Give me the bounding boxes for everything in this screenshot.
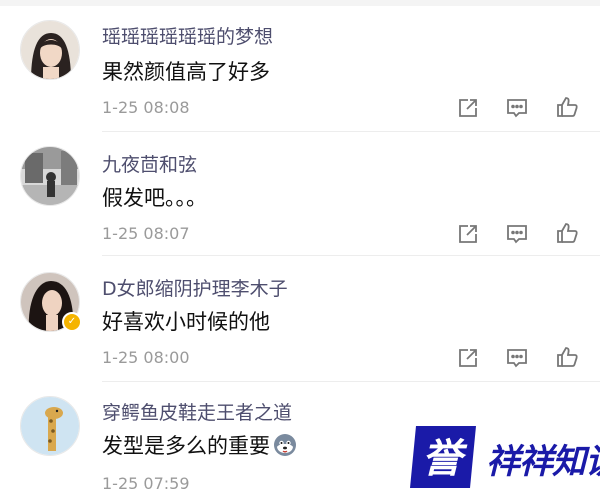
comment-time: 1-25 08:08 xyxy=(102,98,190,117)
watermark-text: 祥祥知识 xyxy=(486,442,600,482)
comment-item: ✓ D女郎缩阴护理李木子 好喜欢小时候的他 1-25 08:00 xyxy=(0,256,600,382)
comment-text: 发型是多么的重要 xyxy=(102,430,297,460)
share-icon[interactable] xyxy=(455,221,481,247)
comment-text: 果然颜值高了好多 xyxy=(102,60,270,84)
comment-username[interactable]: 穿鳄鱼皮鞋走王者之道 xyxy=(102,398,292,425)
avatar[interactable] xyxy=(20,146,80,206)
watermark-badge-text: 誉 xyxy=(422,436,468,482)
watermark: 誉 祥祥知识 xyxy=(402,420,600,494)
comment-username[interactable]: D女郎缩阴护理李木子 xyxy=(102,274,288,301)
like-icon[interactable] xyxy=(554,220,580,246)
comment-icon[interactable] xyxy=(504,95,530,121)
comment-text: 假发吧。。。 xyxy=(102,186,207,210)
comment-text: 好喜欢小时候的他 xyxy=(102,310,270,334)
like-icon[interactable] xyxy=(554,94,580,120)
husky-emoji-icon xyxy=(274,434,296,456)
comment-time: 1-25 07:59 xyxy=(102,474,190,493)
comment-username[interactable]: 九夜茴和弦 xyxy=(102,150,197,177)
verified-badge-icon: ✓ xyxy=(62,312,82,332)
avatar[interactable] xyxy=(20,20,80,80)
comment-item: 瑶瑶瑶瑶瑶瑶的梦想 果然颜值高了好多 1-25 08:08 xyxy=(0,0,600,132)
comment-icon[interactable] xyxy=(504,345,530,371)
comment-item: 九夜茴和弦 假发吧。。。 1-25 08:07 xyxy=(0,132,600,256)
comment-icon[interactable] xyxy=(504,221,530,247)
comment-username[interactable]: 瑶瑶瑶瑶瑶瑶的梦想 xyxy=(102,22,273,49)
comment-text-content: 发型是多么的重要 xyxy=(102,434,270,458)
avatar[interactable] xyxy=(20,396,80,456)
watermark-badge-icon: 誉 xyxy=(410,426,476,488)
comment-time: 1-25 08:00 xyxy=(102,348,190,367)
share-icon[interactable] xyxy=(455,95,481,121)
share-icon[interactable] xyxy=(455,345,481,371)
like-icon[interactable] xyxy=(554,344,580,370)
comment-time: 1-25 08:07 xyxy=(102,224,190,243)
